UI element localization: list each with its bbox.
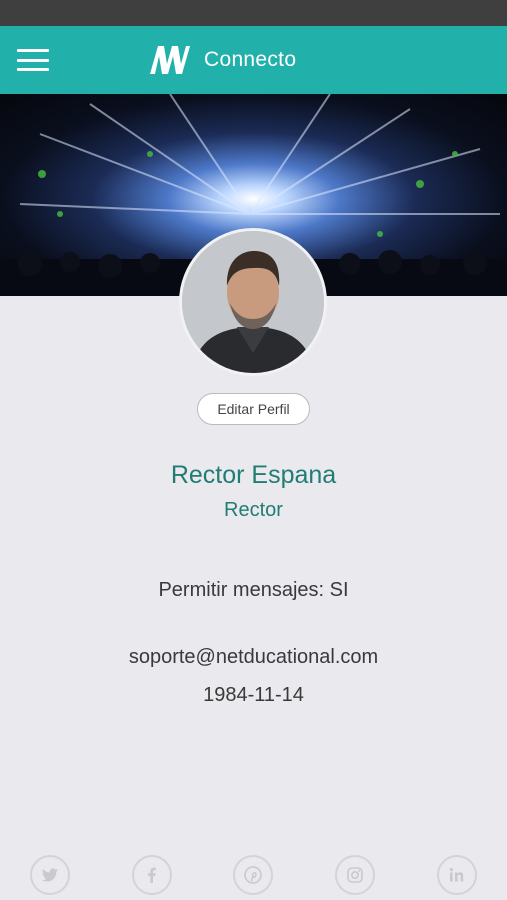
linkedin-icon	[449, 868, 464, 882]
pinterest-button[interactable]	[233, 855, 273, 895]
twitter-icon	[42, 868, 58, 882]
email-text: soporte@netducational.com	[128, 646, 379, 668]
instagram-icon	[347, 867, 363, 883]
app-title: Connecto	[204, 48, 297, 71]
avatar	[179, 228, 327, 376]
status-bar	[0, 0, 507, 26]
profile-role: Rector	[224, 499, 283, 521]
linkedin-button[interactable]	[437, 855, 477, 895]
hamburger-icon-line	[17, 68, 49, 71]
app-bar: Connecto	[0, 26, 507, 94]
birthdate-text: 1984-11-14	[203, 684, 304, 706]
allow-messages-text: Permitir mensajes: SI	[158, 579, 349, 601]
pinterest-icon	[244, 866, 262, 884]
facebook-button[interactable]	[132, 855, 172, 895]
hamburger-icon-line	[17, 49, 49, 52]
instagram-button[interactable]	[335, 855, 375, 895]
menu-button[interactable]	[17, 49, 49, 71]
twitter-button[interactable]	[30, 855, 70, 895]
app-logo-icon	[150, 46, 190, 74]
hamburger-icon-line	[17, 58, 49, 62]
profile-name: Rector Espana	[170, 461, 337, 489]
edit-profile-button[interactable]: Editar Perfil	[197, 393, 310, 425]
facebook-icon	[148, 867, 156, 883]
